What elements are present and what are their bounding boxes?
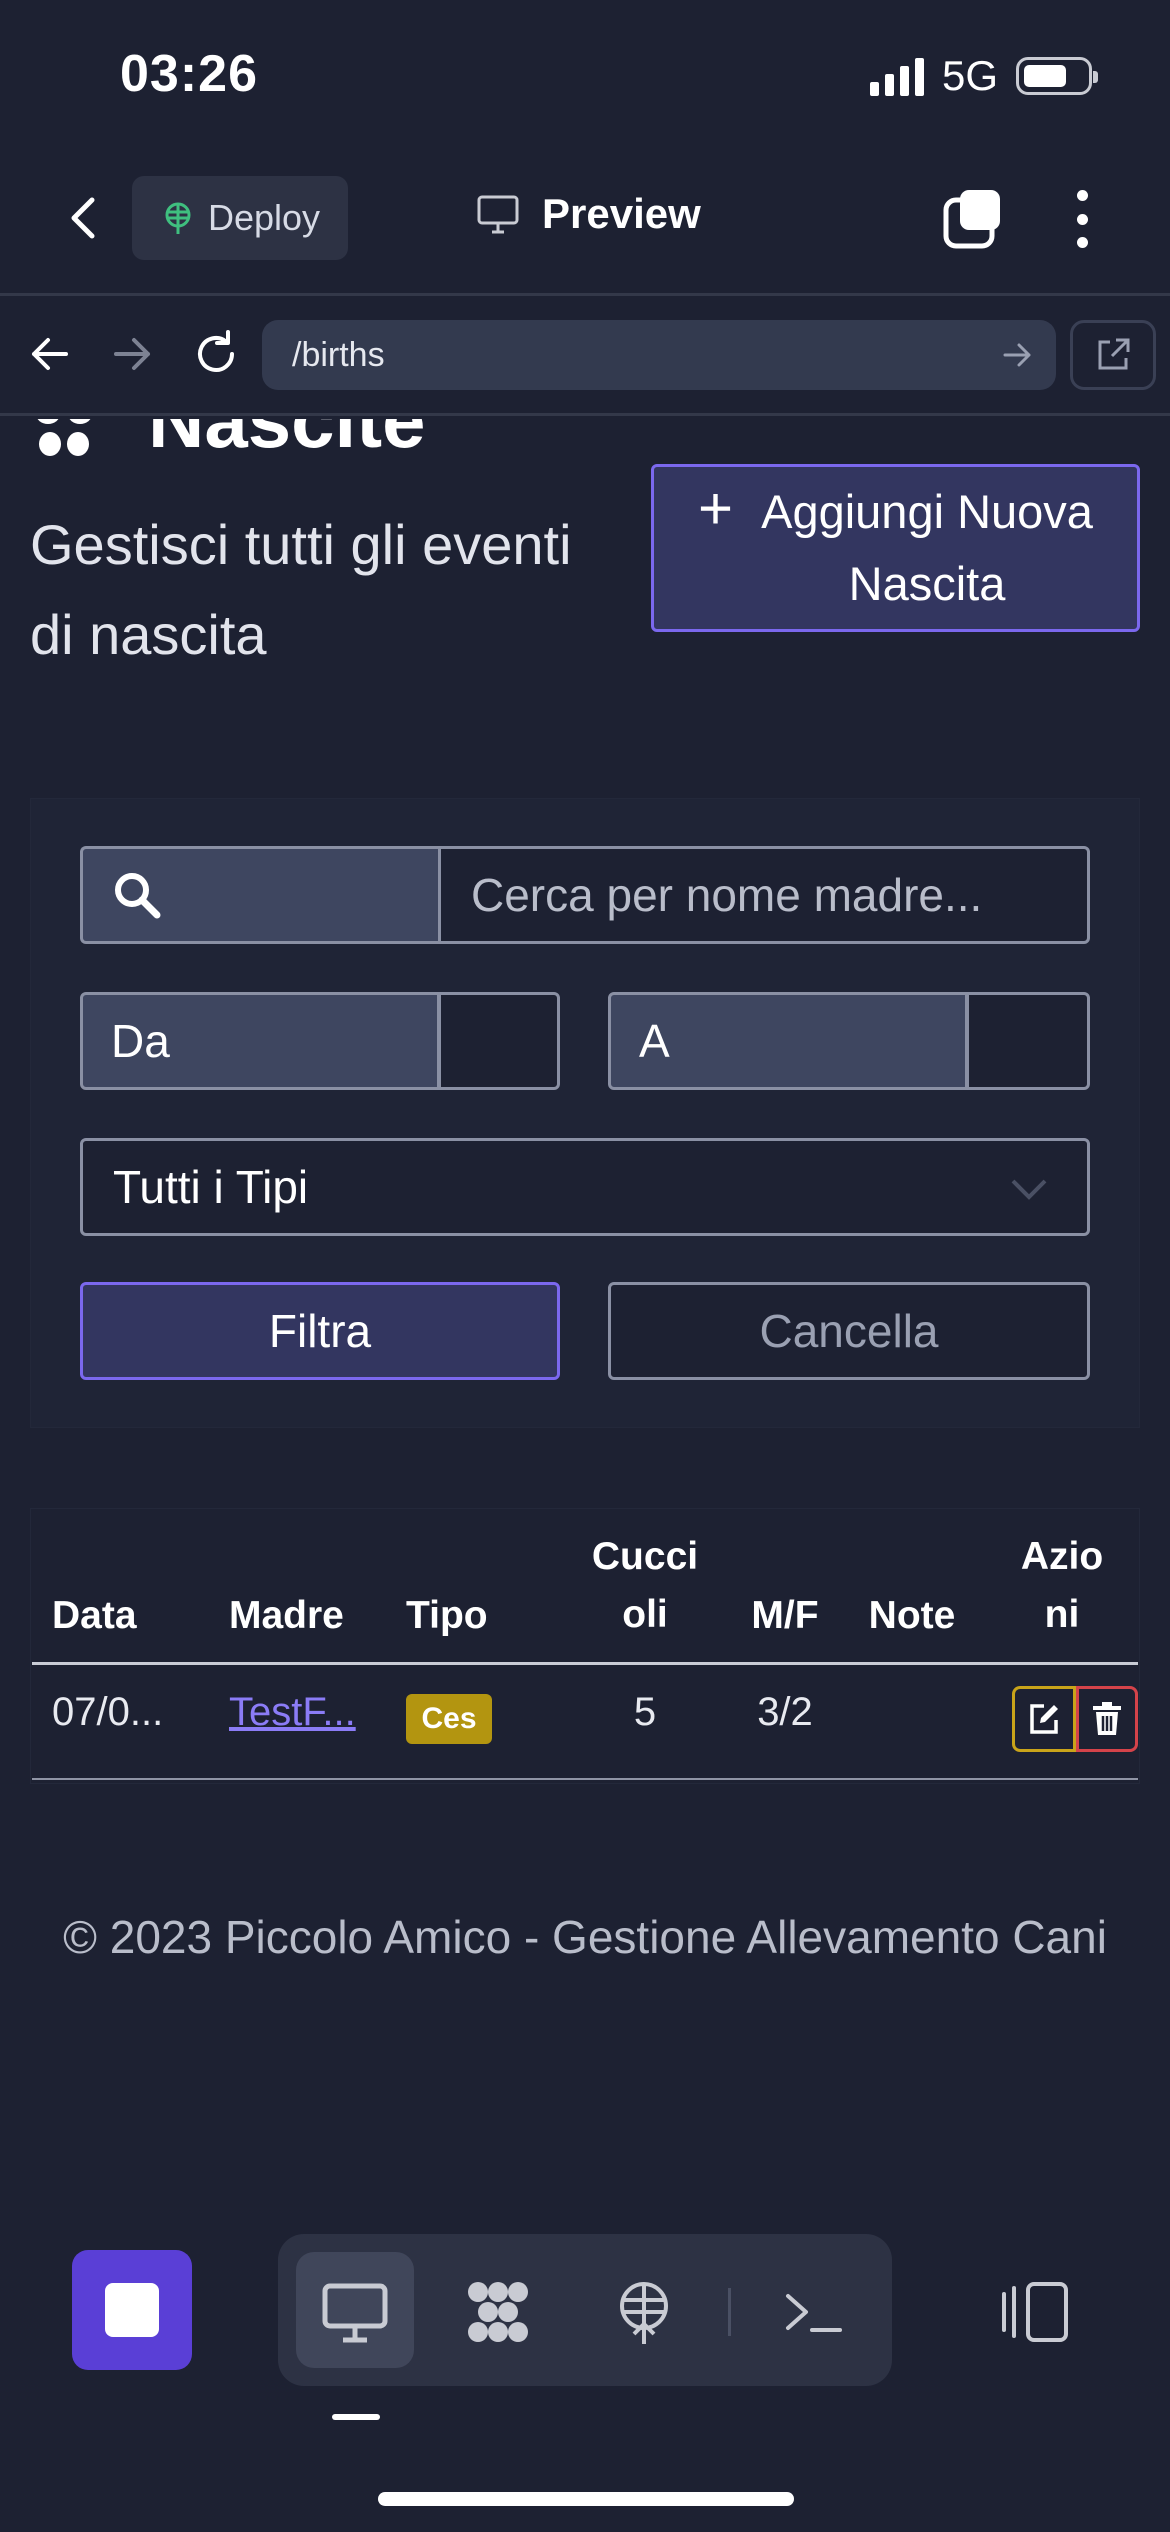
dock-active-indicator	[332, 2414, 380, 2420]
column-header-notes: Note	[868, 1594, 956, 1637]
search-input[interactable]: Cerca per nome madre...	[438, 846, 1090, 944]
column-header-date: Data	[52, 1594, 137, 1637]
status-time: 03:26	[120, 45, 258, 103]
browser-back-icon[interactable]	[24, 328, 76, 380]
column-header-puppies-line1: Cucci	[591, 1535, 699, 1578]
column-header-actions-line2: ni	[1044, 1593, 1080, 1636]
cancel-button[interactable]: Cancella	[608, 1282, 1090, 1380]
to-date-input[interactable]	[966, 992, 1090, 1090]
cell-puppies: 5	[633, 1690, 657, 1734]
status-indicators: 5G	[869, 52, 1098, 100]
type-badge: Ces	[406, 1694, 492, 1744]
dock-workspace-icon[interactable]	[464, 2278, 532, 2346]
battery-icon	[1016, 57, 1098, 95]
add-button-line2: Nascita	[848, 557, 1006, 610]
browser-forward-icon[interactable]	[106, 328, 158, 380]
dock-deploy-icon[interactable]	[610, 2278, 678, 2346]
column-header-type: Tipo	[406, 1594, 488, 1637]
dock-separator	[728, 2288, 731, 2336]
edit-icon	[1030, 1704, 1058, 1734]
search-icon	[115, 873, 161, 919]
column-header-actions-line1: Azio	[1020, 1535, 1104, 1578]
cell-mother-link[interactable]: TestF...	[229, 1690, 356, 1735]
to-label: A	[608, 992, 968, 1090]
stop-icon	[105, 2283, 159, 2337]
deploy-icon	[165, 202, 191, 234]
url-text: /births	[292, 335, 385, 374]
preview-label: Preview	[542, 190, 701, 237]
preview-title[interactable]: Preview	[476, 190, 701, 238]
dock-panels-icon[interactable]	[1000, 2278, 1068, 2346]
stop-button[interactable]	[72, 2250, 192, 2370]
column-header-puppies: Cucci oli	[580, 1528, 710, 1644]
page-title: Nascite	[148, 419, 426, 464]
trash-icon	[1093, 1702, 1121, 1735]
url-bar[interactable]: /births	[262, 320, 1056, 390]
reload-icon[interactable]	[190, 328, 242, 380]
deploy-label: Deploy	[208, 197, 321, 238]
dock-preview-icon[interactable]	[321, 2278, 389, 2346]
cell-date: 07/0...	[52, 1690, 164, 1734]
external-link-icon	[1098, 338, 1130, 370]
signal-icon	[869, 56, 924, 96]
home-indicator[interactable]	[378, 2492, 794, 2506]
plus-icon: +	[698, 475, 734, 542]
table-row-divider	[32, 1778, 1138, 1780]
column-header-mother: Madre	[229, 1594, 344, 1637]
column-header-mf: M/F	[751, 1594, 819, 1637]
add-button-line1: Aggiungi Nuova	[761, 485, 1093, 538]
column-header-actions: Azio ni	[1012, 1528, 1112, 1644]
filter-button[interactable]: Filtra	[80, 1282, 560, 1380]
column-header-puppies-line2: oli	[622, 1593, 668, 1636]
from-date-input[interactable]	[438, 992, 560, 1090]
type-select[interactable]: Tutti i Tipi	[80, 1138, 1090, 1236]
footer-copyright: © 2023 Piccolo Amico - Gestione Allevame…	[63, 1911, 1107, 1963]
more-options-icon[interactable]	[1062, 186, 1102, 252]
deploy-button[interactable]: Deploy	[132, 176, 348, 260]
chevron-down-icon	[1011, 1179, 1047, 1200]
add-birth-button[interactable]: + Aggiungi Nuova Nascita	[651, 464, 1140, 632]
page-subtitle: Gestisci tutti gli eventi di nascita	[30, 513, 572, 666]
table-header-divider	[32, 1662, 1138, 1665]
tabs-icon[interactable]	[940, 186, 1006, 252]
monitor-icon	[477, 195, 519, 234]
cell-mf: 3/2	[757, 1690, 813, 1734]
go-arrow-icon[interactable]	[1000, 338, 1034, 372]
from-label: Da	[80, 992, 440, 1090]
back-icon[interactable]	[58, 190, 114, 246]
delete-button[interactable]	[1076, 1686, 1138, 1752]
paw-icon	[32, 419, 96, 467]
dock-terminal-icon[interactable]	[780, 2278, 848, 2346]
edit-button[interactable]	[1012, 1686, 1076, 1752]
network-label: 5G	[941, 52, 998, 99]
type-select-value: Tutti i Tipi	[113, 1161, 309, 1213]
open-external-button[interactable]	[1070, 320, 1156, 390]
search-icon-addon	[80, 846, 440, 944]
